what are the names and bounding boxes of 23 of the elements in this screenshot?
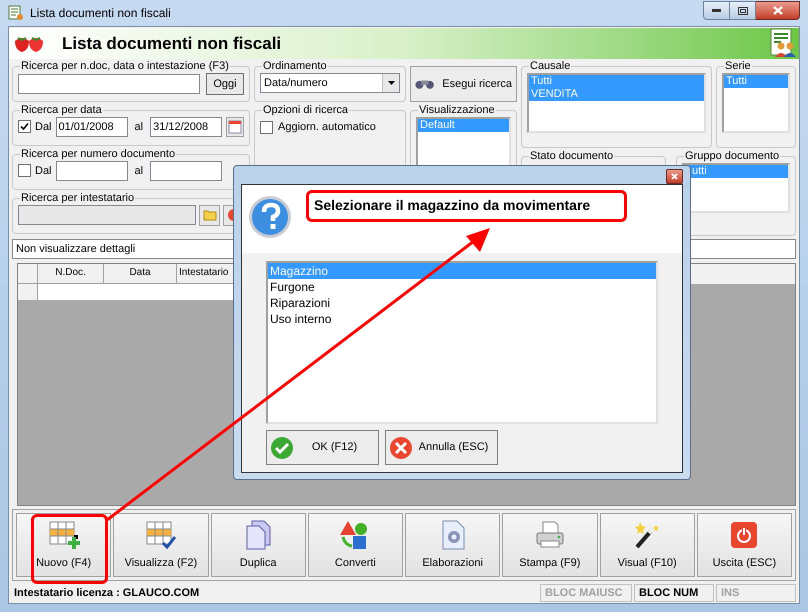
to-label: al bbox=[134, 120, 144, 135]
group-label: Stato documento bbox=[529, 150, 614, 163]
status-indicator: BLOC MAIUSC bbox=[540, 584, 632, 602]
checkbox-label: Aggiorn. automatico bbox=[278, 120, 376, 135]
group-label: Gruppo documento bbox=[684, 150, 780, 163]
group-label: Ricerca per intestatario bbox=[20, 192, 136, 205]
to-label: al bbox=[134, 164, 144, 179]
window-title: Lista documenti non fiscali bbox=[30, 5, 171, 22]
group-label: Ordinamento bbox=[262, 60, 328, 73]
from-label: Dal bbox=[35, 120, 52, 135]
group-label: Ricerca per data bbox=[20, 104, 103, 117]
page-title: Lista documenti non fiscali bbox=[62, 32, 282, 55]
status-indicator: INS bbox=[716, 584, 796, 602]
group-label: Ricerca per n.doc, data o intestazione (F3) bbox=[20, 60, 230, 73]
from-label: Dal bbox=[35, 164, 52, 179]
status-indicator: BLOC NUM bbox=[634, 584, 714, 602]
group-label: Opzioni di ricerca bbox=[262, 104, 349, 117]
license-text: Intestatario licenza : GLAUCO.COM bbox=[13, 586, 200, 601]
group-label: Causale bbox=[529, 60, 572, 73]
group-label: Serie bbox=[724, 60, 752, 73]
group-label: Visualizzazione bbox=[418, 104, 496, 117]
group-label: Ricerca per numero documento bbox=[20, 148, 176, 161]
dialog-message: Selezionare il magazzino da movimentare bbox=[314, 197, 590, 213]
